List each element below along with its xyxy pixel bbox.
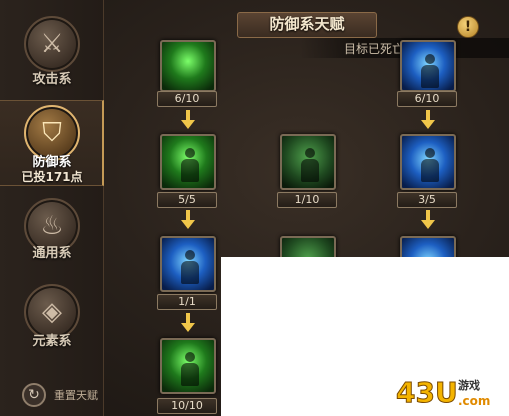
talent-node[interactable] (160, 134, 216, 190)
talent-count: 6/10 (157, 91, 217, 107)
talent-node[interactable] (400, 40, 456, 92)
talent-count: 6/10 (397, 91, 457, 107)
talent-count: 1/10 (277, 192, 337, 208)
talent-count: 1/1 (157, 294, 217, 310)
exclamation-icon[interactable]: ! (457, 16, 479, 38)
svg-text:43U: 43U (396, 376, 458, 409)
category-element-label: 元素系 (32, 333, 72, 348)
points-spent-label: 已投171点 (21, 170, 83, 184)
talent-count: 3/5 (397, 192, 457, 208)
arrow-down-icon (181, 313, 195, 333)
talent-category-sidebar: ⚔ 攻击系 ⛉ 防御系 已投171点 ♨ 通用系 ◈ 元素系 ↻ 重置天赋 (0, 0, 104, 416)
category-general[interactable]: ♨ 通用系 (0, 192, 104, 272)
talent-node[interactable] (280, 134, 336, 190)
crossed-swords-icon: ⚔ (24, 16, 80, 72)
talent-node[interactable] (160, 236, 216, 292)
category-defense[interactable]: ⛉ 防御系 已投171点 (0, 100, 104, 186)
reset-talents-button[interactable]: ↻ 重置天赋 (22, 383, 98, 407)
talent-count: 5/5 (157, 192, 217, 208)
talent-node[interactable] (400, 134, 456, 190)
svg-text:游戏: 游戏 (458, 378, 480, 392)
talent-node[interactable] (160, 338, 216, 394)
site-watermark-logo: 43U 游戏 .com (396, 376, 491, 410)
arrow-down-icon (181, 110, 195, 130)
page-title: 防御系天赋 (237, 12, 377, 38)
category-element[interactable]: ◈ 元素系 (0, 280, 104, 360)
arrow-down-icon (421, 210, 435, 230)
reset-icon: ↻ (22, 383, 46, 407)
arrow-down-icon (181, 210, 195, 230)
reset-label: 重置天赋 (54, 389, 98, 402)
category-general-label: 通用系 (32, 245, 72, 260)
svg-text:.com: .com (458, 394, 490, 408)
category-attack[interactable]: ⚔ 攻击系 (0, 8, 104, 88)
talent-node[interactable] (160, 40, 216, 92)
talent-window: ⚔ 攻击系 ⛉ 防御系 已投171点 ♨ 通用系 ◈ 元素系 ↻ 重置天赋 防御… (0, 0, 509, 416)
status-text: 目标已死亡 (344, 42, 405, 56)
arrow-down-icon (421, 110, 435, 130)
talent-count: 10/10 (157, 398, 217, 414)
category-attack-label: 攻击系 (32, 71, 72, 86)
